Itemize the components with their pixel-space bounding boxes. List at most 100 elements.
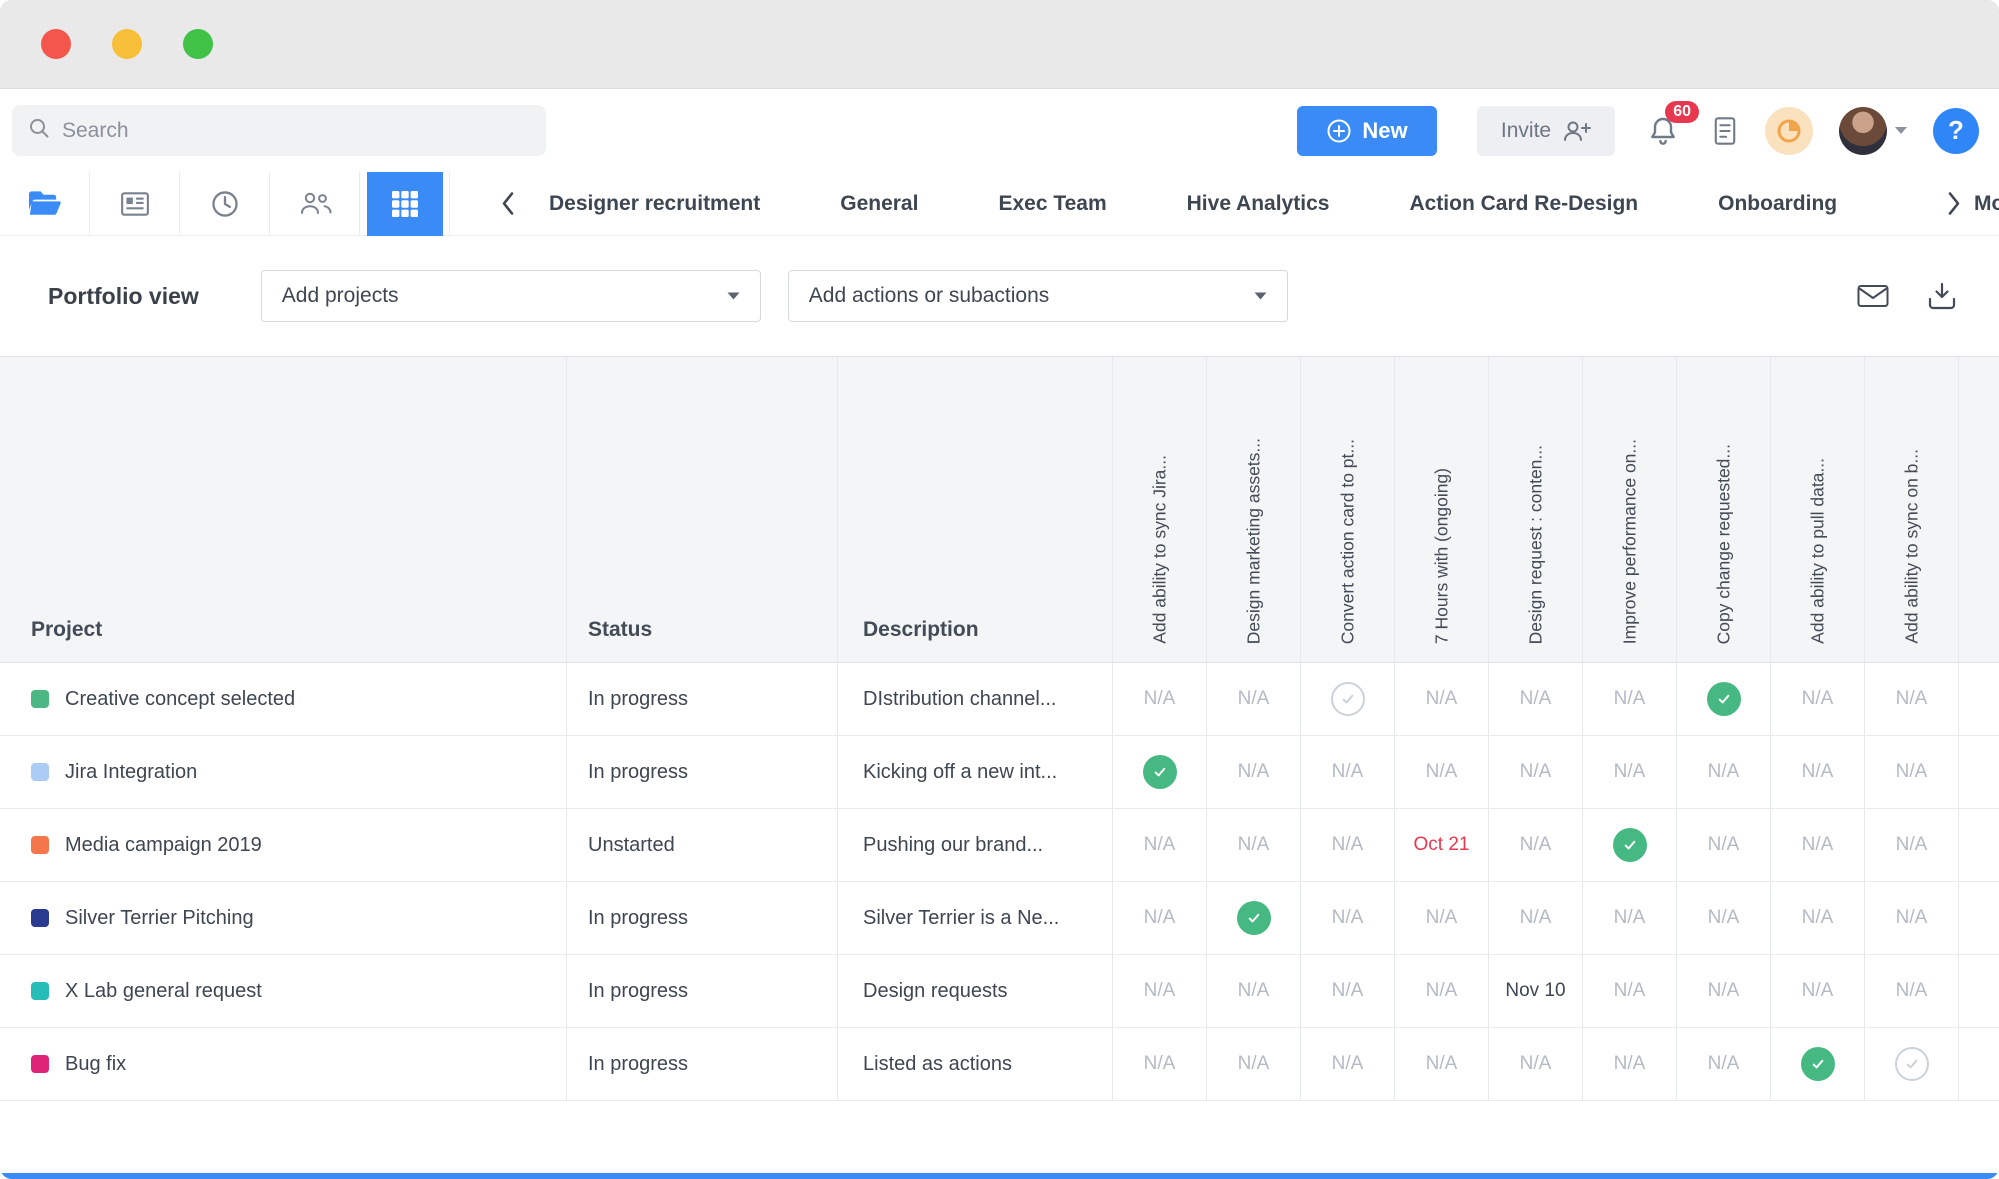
na-cell[interactable]: N/A [1677, 1028, 1771, 1100]
na-cell[interactable]: N/A [1301, 736, 1395, 808]
tabs-scroll-left-button[interactable] [492, 172, 524, 235]
na-cell[interactable]: N/A [1113, 663, 1207, 735]
tab-exec-team[interactable]: Exec Team [998, 192, 1106, 216]
na-cell[interactable]: N/A [1395, 663, 1489, 735]
check-cell[interactable] [1677, 663, 1771, 735]
action-column-header[interactable]: Add ability to pull data... [1771, 357, 1865, 662]
action-column-header[interactable]: Design marketing assets... [1207, 357, 1301, 662]
action-column-header[interactable]: 7 Hours with (ongoing) [1395, 357, 1489, 662]
close-window-button[interactable] [41, 29, 71, 59]
na-cell[interactable]: N/A [1395, 736, 1489, 808]
horizontal-scrollbar[interactable] [0, 1173, 1999, 1179]
add-projects-dropdown[interactable]: Add projects [261, 270, 761, 322]
na-cell[interactable]: N/A [1771, 809, 1865, 881]
na-cell[interactable]: N/A [1301, 955, 1395, 1027]
na-cell[interactable]: N/A [1395, 1028, 1489, 1100]
nav-portfolio-button[interactable] [360, 172, 450, 235]
na-cell[interactable]: N/A [1489, 809, 1583, 881]
description-cell[interactable]: Silver Terrier is a Ne... [838, 882, 1113, 954]
search-bar[interactable] [12, 105, 546, 156]
na-cell[interactable]: N/A [1301, 809, 1395, 881]
status-cell[interactable]: Unstarted [567, 809, 838, 881]
na-cell[interactable]: N/A [1207, 1028, 1301, 1100]
add-actions-dropdown[interactable]: Add actions or subactions [788, 270, 1288, 322]
profile-menu[interactable] [1839, 107, 1907, 155]
new-button[interactable]: New [1297, 106, 1437, 156]
email-report-button[interactable] [1857, 284, 1889, 308]
na-cell[interactable]: N/A [1489, 663, 1583, 735]
na-cell[interactable]: N/A [1865, 882, 1959, 954]
date-cell[interactable]: Nov 10 [1489, 955, 1583, 1027]
na-cell[interactable]: N/A [1771, 736, 1865, 808]
tab-action-card-re-design[interactable]: Action Card Re-Design [1409, 192, 1638, 216]
na-cell[interactable]: N/A [1865, 736, 1959, 808]
date-cell[interactable]: Oct 21 [1395, 809, 1489, 881]
na-cell[interactable]: N/A [1677, 809, 1771, 881]
project-cell[interactable]: Creative concept selected [0, 663, 567, 735]
na-cell[interactable]: N/A [1865, 809, 1959, 881]
na-cell[interactable]: N/A [1865, 663, 1959, 735]
tab-general[interactable]: General [840, 192, 918, 216]
tabs-scroll-right-button[interactable] [1938, 172, 1970, 235]
project-cell[interactable]: Media campaign 2019 [0, 809, 567, 881]
nav-team-button[interactable] [270, 172, 360, 235]
minimize-window-button[interactable] [112, 29, 142, 59]
tab-designer-recruitment[interactable]: Designer recruitment [549, 192, 760, 216]
description-cell[interactable]: Pushing our brand... [838, 809, 1113, 881]
na-cell[interactable]: N/A [1583, 882, 1677, 954]
na-cell[interactable]: N/A [1583, 663, 1677, 735]
tab-hive-analytics[interactable]: Hive Analytics [1187, 192, 1330, 216]
na-cell[interactable]: N/A [1489, 1028, 1583, 1100]
na-cell[interactable]: N/A [1583, 1028, 1677, 1100]
tab-mob[interactable]: Mob [1974, 192, 1999, 216]
nav-time-button[interactable] [180, 172, 270, 235]
status-cell[interactable]: In progress [567, 1028, 838, 1100]
na-cell[interactable]: N/A [1677, 882, 1771, 954]
na-cell[interactable]: N/A [1771, 955, 1865, 1027]
na-cell[interactable]: N/A [1771, 882, 1865, 954]
na-cell[interactable]: N/A [1301, 1028, 1395, 1100]
description-cell[interactable]: DIstribution channel... [838, 663, 1113, 735]
na-cell[interactable]: N/A [1113, 1028, 1207, 1100]
na-cell[interactable]: N/A [1395, 955, 1489, 1027]
na-cell[interactable]: N/A [1301, 882, 1395, 954]
usage-meter-button[interactable] [1765, 107, 1813, 155]
na-cell[interactable]: N/A [1395, 882, 1489, 954]
check-cell[interactable] [1113, 736, 1207, 808]
project-cell[interactable]: Bug fix [0, 1028, 567, 1100]
notifications-button[interactable]: 60 [1641, 111, 1685, 151]
action-column-header[interactable]: Add ability to sync Jira... [1113, 357, 1207, 662]
action-column-header[interactable]: Design request : conten... [1489, 357, 1583, 662]
status-cell[interactable]: In progress [567, 736, 838, 808]
na-cell[interactable]: N/A [1771, 663, 1865, 735]
search-input[interactable] [62, 119, 530, 143]
na-cell[interactable]: N/A [1207, 736, 1301, 808]
notes-button[interactable] [1711, 116, 1739, 146]
invite-button[interactable]: Invite [1477, 106, 1615, 156]
check-cell[interactable] [1207, 882, 1301, 954]
check-cell[interactable] [1301, 663, 1395, 735]
check-cell[interactable] [1583, 809, 1677, 881]
na-cell[interactable]: N/A [1489, 882, 1583, 954]
na-cell[interactable]: N/A [1207, 955, 1301, 1027]
action-column-header[interactable]: Copy change requested... [1677, 357, 1771, 662]
na-cell[interactable]: N/A [1677, 955, 1771, 1027]
na-cell[interactable]: N/A [1113, 955, 1207, 1027]
na-cell[interactable]: N/A [1207, 663, 1301, 735]
maximize-window-button[interactable] [183, 29, 213, 59]
project-cell[interactable]: Silver Terrier Pitching [0, 882, 567, 954]
nav-projects-button[interactable] [0, 172, 90, 235]
tab-onboarding[interactable]: Onboarding [1718, 192, 1837, 216]
na-cell[interactable]: N/A [1207, 809, 1301, 881]
action-column-header[interactable]: Add ability to sync on b... [1865, 357, 1959, 662]
na-cell[interactable]: N/A [1583, 955, 1677, 1027]
description-cell[interactable]: Design requests [838, 955, 1113, 1027]
na-cell[interactable]: N/A [1865, 955, 1959, 1027]
help-button[interactable]: ? [1933, 108, 1979, 154]
na-cell[interactable]: N/A [1113, 809, 1207, 881]
action-column-header[interactable]: Improve performance on... [1583, 357, 1677, 662]
status-cell[interactable]: In progress [567, 663, 838, 735]
status-cell[interactable]: In progress [567, 955, 838, 1027]
check-cell[interactable] [1865, 1028, 1959, 1100]
na-cell[interactable]: N/A [1113, 882, 1207, 954]
